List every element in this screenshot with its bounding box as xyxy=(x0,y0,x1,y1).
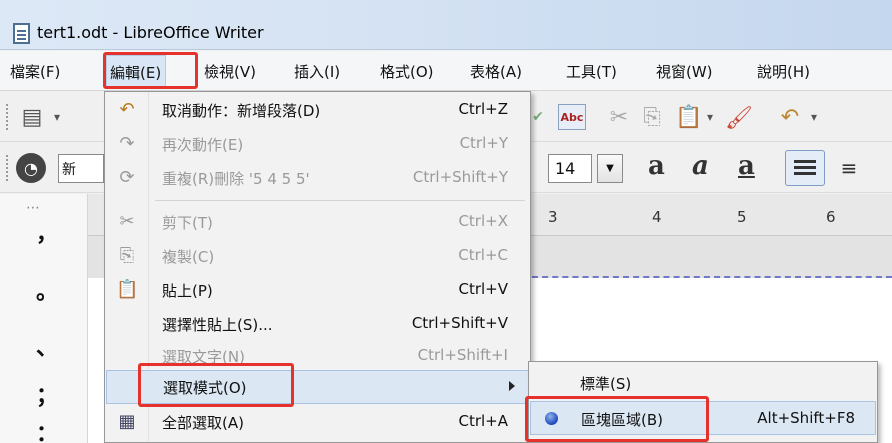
menu-table[interactable]: 表格(A) xyxy=(470,61,522,82)
menu-item-cut[interactable]: ✂ 剪下(T) Ctrl+X xyxy=(106,206,530,238)
punctuation-semicolon[interactable]: ； xyxy=(36,378,58,410)
menu-item-shortcut: Ctrl+A xyxy=(458,412,508,430)
autospell-icon[interactable]: Abc xyxy=(558,104,586,130)
menu-file[interactable]: 檔案(F) xyxy=(10,61,60,82)
new-dropdown-icon[interactable]: ▾ xyxy=(50,105,64,129)
ruler-number: 4 xyxy=(652,208,662,226)
menu-item-paste[interactable]: 📋 貼上(P) Ctrl+V xyxy=(106,274,530,306)
repeat-icon: ⟳ xyxy=(119,167,135,188)
underline-icon[interactable]: a xyxy=(738,151,755,181)
toolbar-grip xyxy=(6,104,9,130)
clone-formatting-icon[interactable]: 🖌 xyxy=(725,105,753,131)
paste-dropdown-icon[interactable]: ▾ xyxy=(704,105,716,129)
italic-icon[interactable]: a xyxy=(692,151,709,181)
punctuation-enumeration-comma[interactable]: 、 xyxy=(36,330,58,362)
undo-dropdown-icon[interactable]: ▾ xyxy=(808,105,820,129)
punctuation-period[interactable]: 。 xyxy=(36,274,58,306)
menu-item-label: 剪下(T) xyxy=(162,214,213,232)
menu-item-copy[interactable]: ⎘ 複製(C) Ctrl+C xyxy=(106,240,530,272)
ruler-number: 6 xyxy=(826,208,836,226)
menu-item-label: 選擇性貼上(S)... xyxy=(162,316,273,334)
submenu-item-shortcut: Alt+Shift+F8 xyxy=(757,409,855,427)
menu-item-label: 複製(C) xyxy=(162,248,215,266)
align-left-icon xyxy=(794,160,816,176)
block-area-highlight-box xyxy=(525,396,709,442)
paragraph-style-box[interactable]: 新 xyxy=(58,154,104,183)
select-all-icon: ▦ xyxy=(118,411,136,432)
menu-insert[interactable]: 插入(I) xyxy=(294,61,340,82)
menu-item-paste-special[interactable]: 選擇性貼上(S)... Ctrl+Shift+V xyxy=(106,308,530,340)
copy-icon: ⎘ xyxy=(119,245,135,266)
submenu-item-label: 標準(S) xyxy=(580,375,632,393)
spellcheck-icon[interactable]: ✔ xyxy=(528,105,548,129)
font-size-dropdown[interactable]: ▼ xyxy=(597,154,623,183)
menu-item-shortcut: Ctrl+Shift+Y xyxy=(412,168,508,186)
menu-tools[interactable]: 工具(T) xyxy=(566,61,617,82)
menu-item-redo[interactable]: ↷ 再次動作(E) Ctrl+Y xyxy=(106,128,530,160)
panel-grip: ⋯ xyxy=(26,200,40,216)
menu-item-label: 再次動作(E) xyxy=(162,136,244,154)
align-left-button[interactable] xyxy=(785,150,825,186)
toolbar-grip-2 xyxy=(6,155,9,181)
new-document-icon[interactable]: ▤ xyxy=(20,105,44,130)
document-icon xyxy=(13,23,30,44)
undo-icon[interactable]: ↶ xyxy=(777,105,803,130)
menu-item-label: 全部選取(A) xyxy=(162,414,244,432)
menu-item-label: 取消動作：新增段落(D) xyxy=(162,102,321,120)
punctuation-colon[interactable]: ： xyxy=(36,416,58,443)
bold-icon[interactable]: a xyxy=(648,151,665,181)
menu-item-shortcut: Ctrl+Z xyxy=(458,100,508,118)
page-boundary-line xyxy=(532,276,892,278)
font-size-field[interactable]: 14 xyxy=(548,154,592,183)
ruler-number: 5 xyxy=(737,208,747,226)
menu-item-repeat[interactable]: ⟳ 重複(R)刪除 '5 4 5 5' Ctrl+Shift+Y xyxy=(106,162,530,194)
edit-menu-highlight-box xyxy=(103,52,198,89)
menu-format[interactable]: 格式(O) xyxy=(380,61,434,82)
redo-icon: ↷ xyxy=(119,133,135,154)
selection-mode-highlight-box xyxy=(138,363,294,407)
menu-view[interactable]: 檢視(V) xyxy=(204,61,256,82)
punctuation-comma[interactable]: ， xyxy=(36,216,58,248)
menu-item-shortcut: Ctrl+Shift+V xyxy=(411,314,508,332)
undo-icon: ↶ xyxy=(119,99,135,120)
menu-item-shortcut: Ctrl+X xyxy=(458,212,508,230)
paste-icon[interactable]: 📋 xyxy=(675,104,702,130)
align-center-icon[interactable]: ≡ xyxy=(836,154,862,182)
cut-icon[interactable]: ✂ xyxy=(607,105,631,130)
window-title: tert1.odt - LibreOffice Writer xyxy=(37,23,264,42)
menu-item-shortcut: Ctrl+C xyxy=(458,246,508,264)
scissors-icon: ✂ xyxy=(119,211,135,232)
submenu-arrow-icon xyxy=(509,381,515,391)
menu-item-shortcut: Ctrl+Y xyxy=(459,134,508,152)
copy-icon[interactable]: ⎘ xyxy=(640,105,664,130)
menu-item-undo[interactable]: ↶ 取消動作：新增段落(D) Ctrl+Z xyxy=(106,94,530,126)
menu-separator xyxy=(155,200,525,201)
menu-item-shortcut: Ctrl+V xyxy=(458,280,508,298)
submenu-item-standard[interactable]: 標準(S) xyxy=(530,366,876,400)
ruler-number: 3 xyxy=(548,208,558,226)
navigator-icon[interactable]: ◔ xyxy=(16,153,46,183)
menu-item-shortcut: Ctrl+Shift+I xyxy=(417,346,508,364)
menu-window[interactable]: 視窗(W) xyxy=(656,61,713,82)
menu-help[interactable]: 說明(H) xyxy=(757,61,810,82)
menu-item-label: 貼上(P) xyxy=(162,282,213,300)
left-panel: ⋯ ， 。 、 ； ： xyxy=(0,194,88,443)
menu-item-select-all[interactable]: ▦ 全部選取(A) Ctrl+A xyxy=(106,406,530,438)
paste-icon: 📋 xyxy=(116,279,139,300)
menu-item-label: 重複(R)刪除 '5 4 5 5' xyxy=(162,170,310,188)
title-bar: tert1.odt - LibreOffice Writer xyxy=(0,0,892,50)
